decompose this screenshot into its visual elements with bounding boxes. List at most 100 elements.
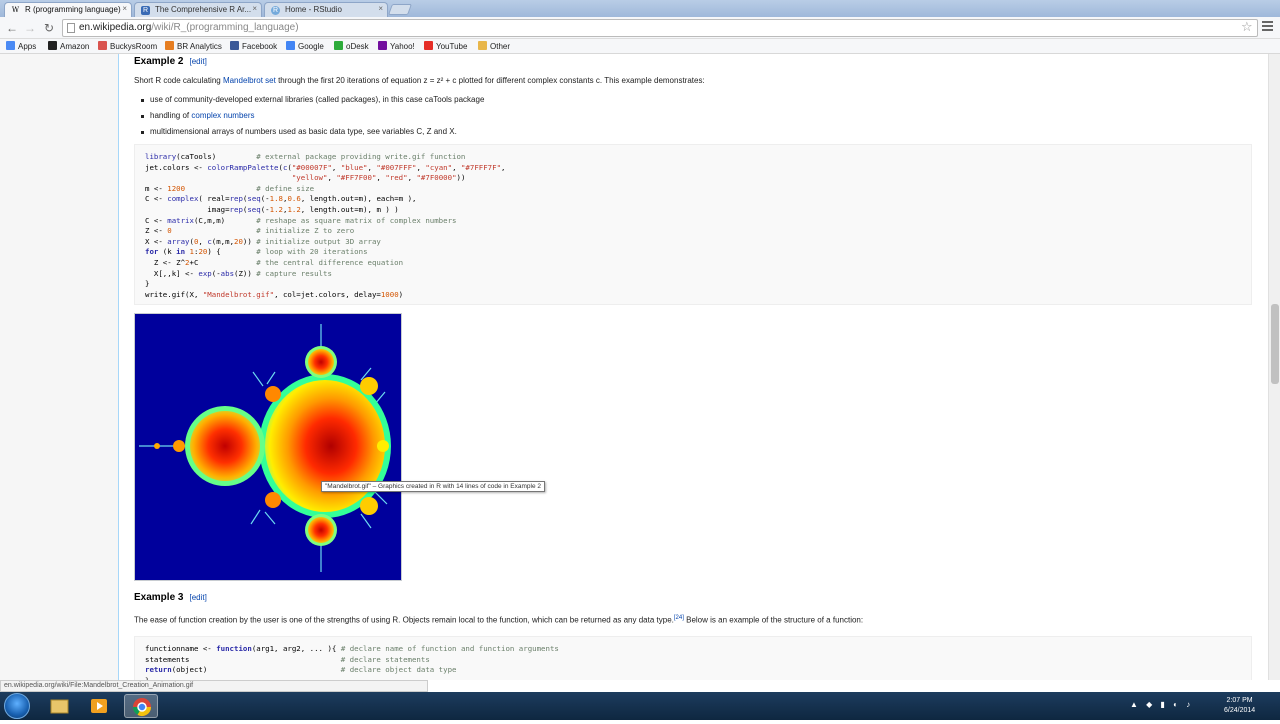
back-button[interactable]: ←: [4, 20, 20, 36]
toolbar: ← → ↻ en.wikipedia.org/wiki/R_(programmi…: [0, 17, 1280, 39]
tab-label: The Comprehensive R Ar...: [155, 5, 252, 14]
folder-icon: [50, 699, 69, 714]
code-line: library(caTools) # external package prov…: [145, 152, 466, 161]
odesk-icon: [334, 41, 343, 50]
code-line: X <- array(0, c(m,m,20)) # initialize ou…: [145, 236, 381, 246]
tab-label: R (programming language): [25, 5, 121, 14]
bookmark-apps[interactable]: Apps: [6, 41, 36, 52]
scrollbar-thumb[interactable]: [1271, 304, 1279, 384]
mandelbrot-link[interactable]: Mandelbrot set: [223, 76, 276, 85]
bookmark-youtube[interactable]: YouTube: [424, 41, 467, 52]
taskbar-media-player[interactable]: [82, 694, 116, 718]
tab-r-language[interactable]: W R (programming language) ×: [4, 2, 132, 17]
bookmark-other[interactable]: Other: [478, 41, 510, 52]
close-tab-icon[interactable]: ×: [122, 4, 127, 13]
clock-date: 6/24/2014: [1224, 707, 1256, 714]
close-tab-icon[interactable]: ×: [252, 4, 257, 13]
wikipedia-icon: W: [11, 6, 20, 14]
article-body: Example 2 [edit] Short R code calculating…: [118, 54, 1268, 680]
address-bar[interactable]: en.wikipedia.org/wiki/R_(programming_lan…: [62, 19, 1258, 37]
google-icon: [286, 41, 295, 50]
close-tab-icon[interactable]: ×: [378, 4, 383, 13]
mandelbrot-graphic: [135, 314, 401, 580]
tab-cran[interactable]: R The Comprehensive R Ar... ×: [134, 2, 262, 17]
code-line: C <- matrix(C,m,m) # reshape as square m…: [145, 215, 457, 225]
edit-link[interactable]: [edit]: [189, 593, 206, 602]
chrome-icon: [133, 698, 151, 717]
bullet-text: use of community-developed external libr…: [150, 95, 485, 104]
bookmark-star-icon[interactable]: ☆: [1241, 19, 1253, 35]
bookmark-label: BuckysRoom: [110, 42, 158, 51]
taskbar: ▲ ◆ ▮ ◐ ♪ 2:07 PM 6/24/2014: [0, 692, 1280, 720]
code-line: for (k in 1:20) { # loop with 20 iterati…: [145, 247, 368, 257]
system-tray[interactable]: ▲ ◆ ▮ ◐ ♪: [1130, 700, 1193, 709]
folder-icon: [478, 41, 487, 50]
bookmark-label: Other: [490, 42, 511, 51]
code-line: }: [145, 279, 150, 289]
amazon-icon: [48, 41, 57, 50]
bookmark-label: Amazon: [60, 42, 90, 51]
vertical-scrollbar[interactable]: [1268, 54, 1280, 680]
url-host: en.wikipedia.org: [79, 22, 152, 33]
bookmark-buckysroom[interactable]: BuckysRoom: [98, 41, 157, 52]
list-item: use of community-developed external libr…: [141, 94, 484, 110]
code-line: Z <- Z^2+C # the central difference equa…: [145, 257, 404, 267]
start-button[interactable]: [4, 693, 30, 719]
reload-button[interactable]: ↻: [41, 20, 57, 36]
bookmark-facebook[interactable]: Facebook: [230, 41, 277, 52]
bookmark-odesk[interactable]: oDesk: [334, 41, 369, 52]
bookmark-label: Apps: [18, 42, 37, 51]
taskbar-explorer[interactable]: [42, 694, 76, 718]
reference-link[interactable]: [24]: [674, 615, 684, 621]
chrome-menu-icon[interactable]: [1262, 21, 1273, 33]
bullet-text: handling of: [150, 111, 192, 120]
intro-text: Below is an example of the structure of …: [683, 615, 864, 625]
list-item: multidimensional arrays of numbers used …: [141, 126, 484, 142]
code-line: jet.colors <- colorRampPalette(c("#00007…: [145, 162, 506, 172]
image-tooltip: "Mandelbrot.gif" – Graphics created in R…: [321, 481, 545, 492]
code-block-example-2: library(caTools) # external package prov…: [134, 144, 1252, 305]
heading-text: Example 2: [134, 56, 184, 67]
status-bar: en.wikipedia.org/wiki/File:Mandelbrot_Cr…: [0, 680, 428, 692]
buckysroom-icon: [98, 41, 107, 50]
forward-button[interactable]: →: [22, 20, 38, 36]
url-path: /wiki/R_(programming_language): [151, 22, 299, 33]
code-line: imag=rep(seq(-1.2,1.2, length.out=m), m …: [145, 204, 399, 214]
bookmark-yahoo[interactable]: Yahoo!: [378, 41, 415, 52]
bookmark-label: YouTube: [436, 42, 468, 51]
bookmarks-bar: Apps Amazon BuckysRoom BR Analytics Facebook…: [0, 39, 1280, 54]
clock[interactable]: 2:07 PM 6/24/2014: [1224, 696, 1255, 716]
bookmark-google[interactable]: Google: [286, 41, 324, 52]
edit-link[interactable]: [edit]: [189, 57, 206, 66]
code-line: X[,,k] <- exp(-abs(Z)) # capture results: [145, 268, 332, 278]
tab-strip: W R (programming language) × R The Compr…: [0, 0, 1280, 17]
example-3-heading: Example 3 [edit]: [134, 592, 207, 603]
code-line: statements # declare statements: [145, 654, 430, 664]
code-line: write.gif(X, "Mandelbrot.gif", col=jet.c…: [145, 289, 404, 299]
tab-rstudio[interactable]: R Home - RStudio ×: [264, 2, 388, 17]
mandelbrot-image[interactable]: [134, 313, 402, 581]
bookmark-label: Google: [298, 42, 324, 51]
code-block-example-3: functionname <- function(arg1, arg2, ...…: [134, 636, 1252, 680]
list-item: handling of complex numbers: [141, 110, 484, 126]
example-3-intro: The ease of function creation by the use…: [134, 615, 863, 625]
bookmark-label: Yahoo!: [390, 42, 415, 51]
bookmark-branalytics[interactable]: BR Analytics: [165, 41, 222, 52]
code-line: functionname <- function(arg1, arg2, ...…: [145, 644, 559, 653]
taskbar-chrome[interactable]: [124, 694, 158, 718]
new-tab-button[interactable]: [387, 4, 413, 15]
page-content: Example 2 [edit] Short R code calculating…: [0, 54, 1268, 680]
browser-window: W R (programming language) × R The Compr…: [0, 0, 1280, 720]
code-line: return(object) # declare object data typ…: [145, 665, 457, 675]
yahoo-icon: [378, 41, 387, 50]
media-player-icon: [91, 699, 107, 713]
bookmark-label: BR Analytics: [177, 42, 222, 51]
example-2-intro: Short R code calculating Mandelbrot set …: [134, 76, 705, 85]
bookmark-amazon[interactable]: Amazon: [48, 41, 89, 52]
bullet-text: multidimensional arrays of numbers used …: [150, 127, 457, 136]
tab-label: Home - RStudio: [285, 5, 342, 14]
complex-numbers-link[interactable]: complex numbers: [191, 111, 254, 120]
heading-text: Example 3: [134, 592, 184, 603]
code-line: "yellow", "#FF7F00", "red", "#7F0000")): [291, 173, 466, 183]
bookmark-label: Facebook: [242, 42, 278, 51]
